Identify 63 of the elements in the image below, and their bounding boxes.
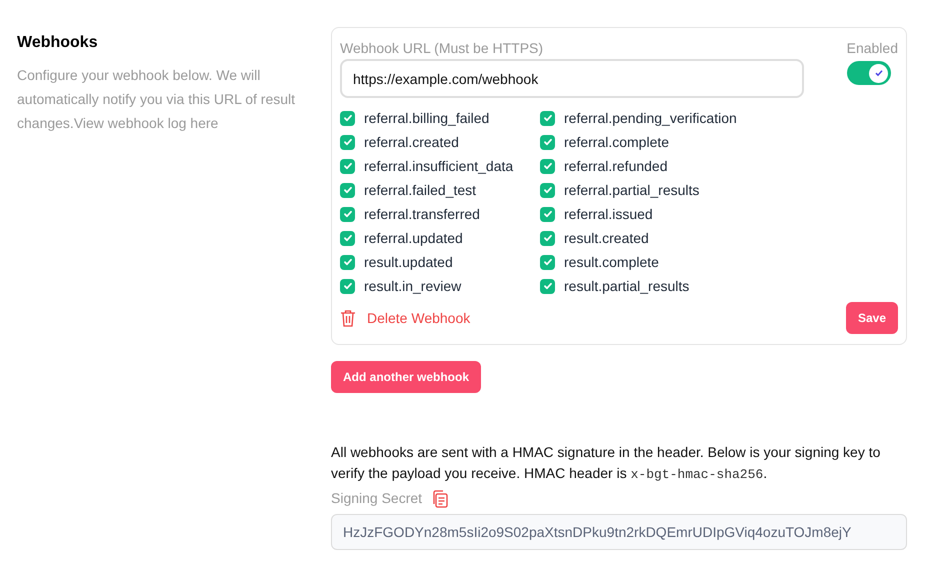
check-icon — [342, 233, 352, 243]
event-label: result.created — [564, 228, 649, 248]
event-label: referral.billing_failed — [364, 108, 490, 128]
url-label: Webhook URL (Must be HTTPS) — [340, 39, 544, 57]
save-button[interactable]: Save — [846, 302, 898, 334]
enabled-label: Enabled — [846, 39, 898, 57]
checkbox[interactable] — [340, 278, 355, 294]
checkbox[interactable] — [340, 158, 355, 174]
clipboard-icon[interactable] — [432, 490, 448, 508]
event-label: referral.partial_results — [564, 180, 700, 200]
check-icon — [342, 137, 352, 147]
trash-icon — [340, 309, 356, 327]
checkbox[interactable] — [540, 182, 555, 198]
checkbox[interactable] — [340, 182, 355, 198]
event-label: referral.insufficient_data — [364, 156, 514, 176]
checkbox[interactable] — [340, 254, 355, 270]
event-label: referral.complete — [564, 132, 670, 152]
event-label: referral.issued — [564, 204, 653, 224]
check-icon — [342, 209, 352, 219]
signing-secret-label: Signing Secret — [331, 489, 422, 508]
check-icon — [542, 161, 552, 171]
section-title: Webhooks — [17, 33, 99, 53]
delete-webhook-button[interactable]: Delete Webhook — [340, 308, 470, 328]
check-icon — [342, 161, 352, 171]
check-icon — [874, 68, 884, 78]
check-icon — [542, 281, 552, 291]
check-icon — [542, 137, 552, 147]
check-icon — [542, 185, 552, 195]
event-label: result.complete — [564, 252, 659, 272]
event-label: referral.updated — [364, 228, 463, 248]
check-icon — [342, 185, 352, 195]
event-label: referral.transferred — [364, 204, 480, 224]
check-icon — [342, 113, 352, 123]
check-icon — [342, 281, 352, 291]
check-icon — [542, 209, 552, 219]
event-label: result.in_review — [364, 276, 462, 296]
checkbox[interactable] — [340, 110, 355, 126]
checkbox[interactable] — [540, 158, 555, 174]
event-label: referral.created — [364, 132, 459, 152]
event-label: result.updated — [364, 252, 453, 272]
checkbox[interactable] — [340, 206, 355, 222]
section-description: Configure your webhook below. We will automatically notify you via this URL of result changes.View webhook log here — [17, 66, 296, 133]
checkbox[interactable] — [540, 206, 555, 222]
event-label: referral.failed_test — [364, 180, 476, 200]
check-icon — [342, 257, 352, 267]
add-webhook-button[interactable]: Add another webhook — [331, 361, 481, 393]
event-label: result.partial_results — [564, 276, 690, 296]
checkbox[interactable] — [340, 134, 355, 150]
event-label: referral.refunded — [564, 156, 668, 176]
checkbox[interactable] — [540, 254, 555, 270]
signing-note: All webhooks are sent with a HMAC signature in the header. Below is your signing key to verify the payload you receive. HMAC header is x-bgt-hmac-sha256. — [331, 443, 882, 484]
check-icon — [542, 233, 552, 243]
event-label: referral.pending_verification — [564, 108, 737, 128]
signing-secret-field[interactable]: HzJzFGODYn28m5sIi2o9S02paXtsnDPku9tn2rkDQEmrUDIpGViq4ozuTOJm8ejY — [331, 514, 907, 550]
checkbox[interactable] — [540, 278, 555, 294]
checkbox[interactable] — [540, 134, 555, 150]
check-icon — [542, 257, 552, 267]
checkbox[interactable] — [340, 230, 355, 246]
checkbox[interactable] — [540, 110, 555, 126]
url-field[interactable]: https://example.com/webhook — [340, 59, 804, 98]
enabled-toggle[interactable] — [847, 61, 891, 85]
check-icon — [542, 113, 552, 123]
checkbox[interactable] — [540, 230, 555, 246]
